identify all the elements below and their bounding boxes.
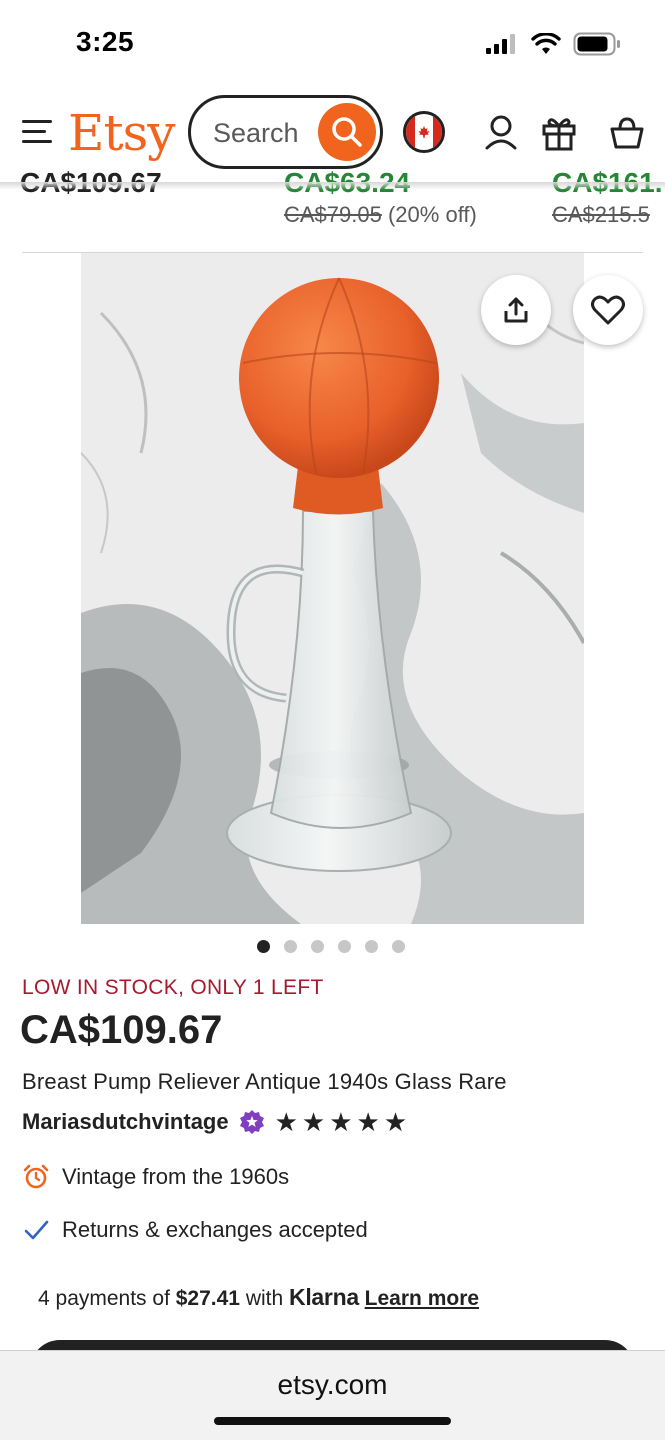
carousel-dot[interactable] bbox=[310, 940, 324, 953]
canada-flag-icon bbox=[415, 114, 433, 150]
product-image[interactable] bbox=[81, 253, 584, 924]
share-button[interactable] bbox=[481, 275, 551, 345]
menu-icon[interactable] bbox=[22, 120, 54, 146]
alarm-clock-icon bbox=[22, 1163, 50, 1191]
feature-text: Returns & exchanges accepted bbox=[62, 1217, 368, 1242]
home-indicator bbox=[214, 1417, 451, 1425]
search-placeholder: Search bbox=[213, 118, 299, 148]
header-shadow bbox=[0, 182, 665, 190]
checkmark-icon bbox=[22, 1216, 50, 1244]
share-icon bbox=[504, 297, 528, 323]
original-price: CA$79.05 bbox=[284, 202, 382, 227]
search-input[interactable]: Search bbox=[188, 95, 383, 169]
region-button[interactable] bbox=[403, 111, 445, 153]
star-icon: ★ bbox=[383, 1107, 408, 1137]
favorite-button[interactable] bbox=[573, 275, 643, 345]
gift-icon[interactable] bbox=[541, 114, 577, 152]
wifi-icon bbox=[531, 33, 561, 54]
shop-name-link[interactable]: Mariasdutchvintage bbox=[22, 1109, 229, 1135]
carousel-dot[interactable] bbox=[391, 940, 405, 953]
battery-icon bbox=[573, 32, 620, 56]
klarna-prefix: 4 payments of bbox=[38, 1287, 170, 1310]
feature-vintage: Vintage from the 1960s bbox=[22, 1163, 289, 1191]
related-listing-original-price: CA$215.5 bbox=[552, 202, 663, 228]
related-listing-card[interactable]: CA$63.24 CA$79.05 (20% off) bbox=[284, 170, 477, 228]
carousel-dots[interactable] bbox=[0, 940, 665, 953]
rating-stars[interactable]: ★ ★ ★ ★ ★ bbox=[275, 1109, 408, 1135]
search-icon bbox=[332, 117, 362, 147]
status-time: 3:25 bbox=[76, 26, 135, 57]
learn-more-link[interactable]: Learn more bbox=[365, 1287, 479, 1310]
star-seller-badge-icon bbox=[239, 1110, 264, 1134]
listing-title: Breast Pump Reliever Antique 1940s Glass… bbox=[22, 1069, 507, 1094]
carousel-dot[interactable] bbox=[364, 940, 378, 953]
discount-label: (20% off) bbox=[387, 202, 477, 227]
cellular-signal-icon bbox=[486, 34, 515, 54]
status-bar: 3:25 bbox=[0, 0, 665, 90]
status-icons bbox=[485, 32, 621, 56]
search-button[interactable] bbox=[318, 103, 376, 161]
related-listing-original-price: CA$79.05 (20% off) bbox=[284, 202, 477, 228]
browser-address-bar[interactable]: etsy.com bbox=[0, 1350, 665, 1440]
account-icon[interactable] bbox=[484, 114, 518, 152]
heart-icon bbox=[591, 295, 625, 325]
feature-returns: Returns & exchanges accepted bbox=[22, 1216, 368, 1244]
related-listing-card[interactable]: CA$161. CA$215.5 bbox=[552, 170, 663, 228]
star-icon: ★ bbox=[356, 1107, 380, 1137]
klarna-with: with bbox=[245, 1287, 284, 1310]
klarna-amount: $27.41 bbox=[175, 1287, 240, 1310]
klarna-logo: Klarna bbox=[289, 1284, 359, 1310]
feature-text: Vintage from the 1960s bbox=[62, 1164, 290, 1189]
original-price: CA$215.5 bbox=[552, 202, 650, 227]
site-header: Etsy Search bbox=[0, 90, 665, 182]
carousel-dot[interactable] bbox=[256, 940, 270, 953]
star-icon: ★ bbox=[274, 1107, 298, 1137]
listing-price: CA$109.67 bbox=[20, 1008, 223, 1052]
url-text[interactable]: etsy.com bbox=[0, 1369, 665, 1401]
star-icon: ★ bbox=[301, 1107, 326, 1137]
shop-row: Mariasdutchvintage ★ ★ ★ ★ ★ bbox=[22, 1109, 407, 1135]
carousel-dot[interactable] bbox=[337, 940, 351, 953]
etsy-logo[interactable]: Etsy bbox=[68, 104, 175, 162]
star-icon: ★ bbox=[329, 1107, 353, 1137]
klarna-payment-info: 4 payments of $27.41 with Klarna Learn m… bbox=[38, 1284, 479, 1311]
cart-icon[interactable] bbox=[609, 114, 645, 152]
carousel-dot[interactable] bbox=[283, 940, 297, 953]
stock-notice: LOW IN STOCK, ONLY 1 LEFT bbox=[22, 976, 324, 999]
